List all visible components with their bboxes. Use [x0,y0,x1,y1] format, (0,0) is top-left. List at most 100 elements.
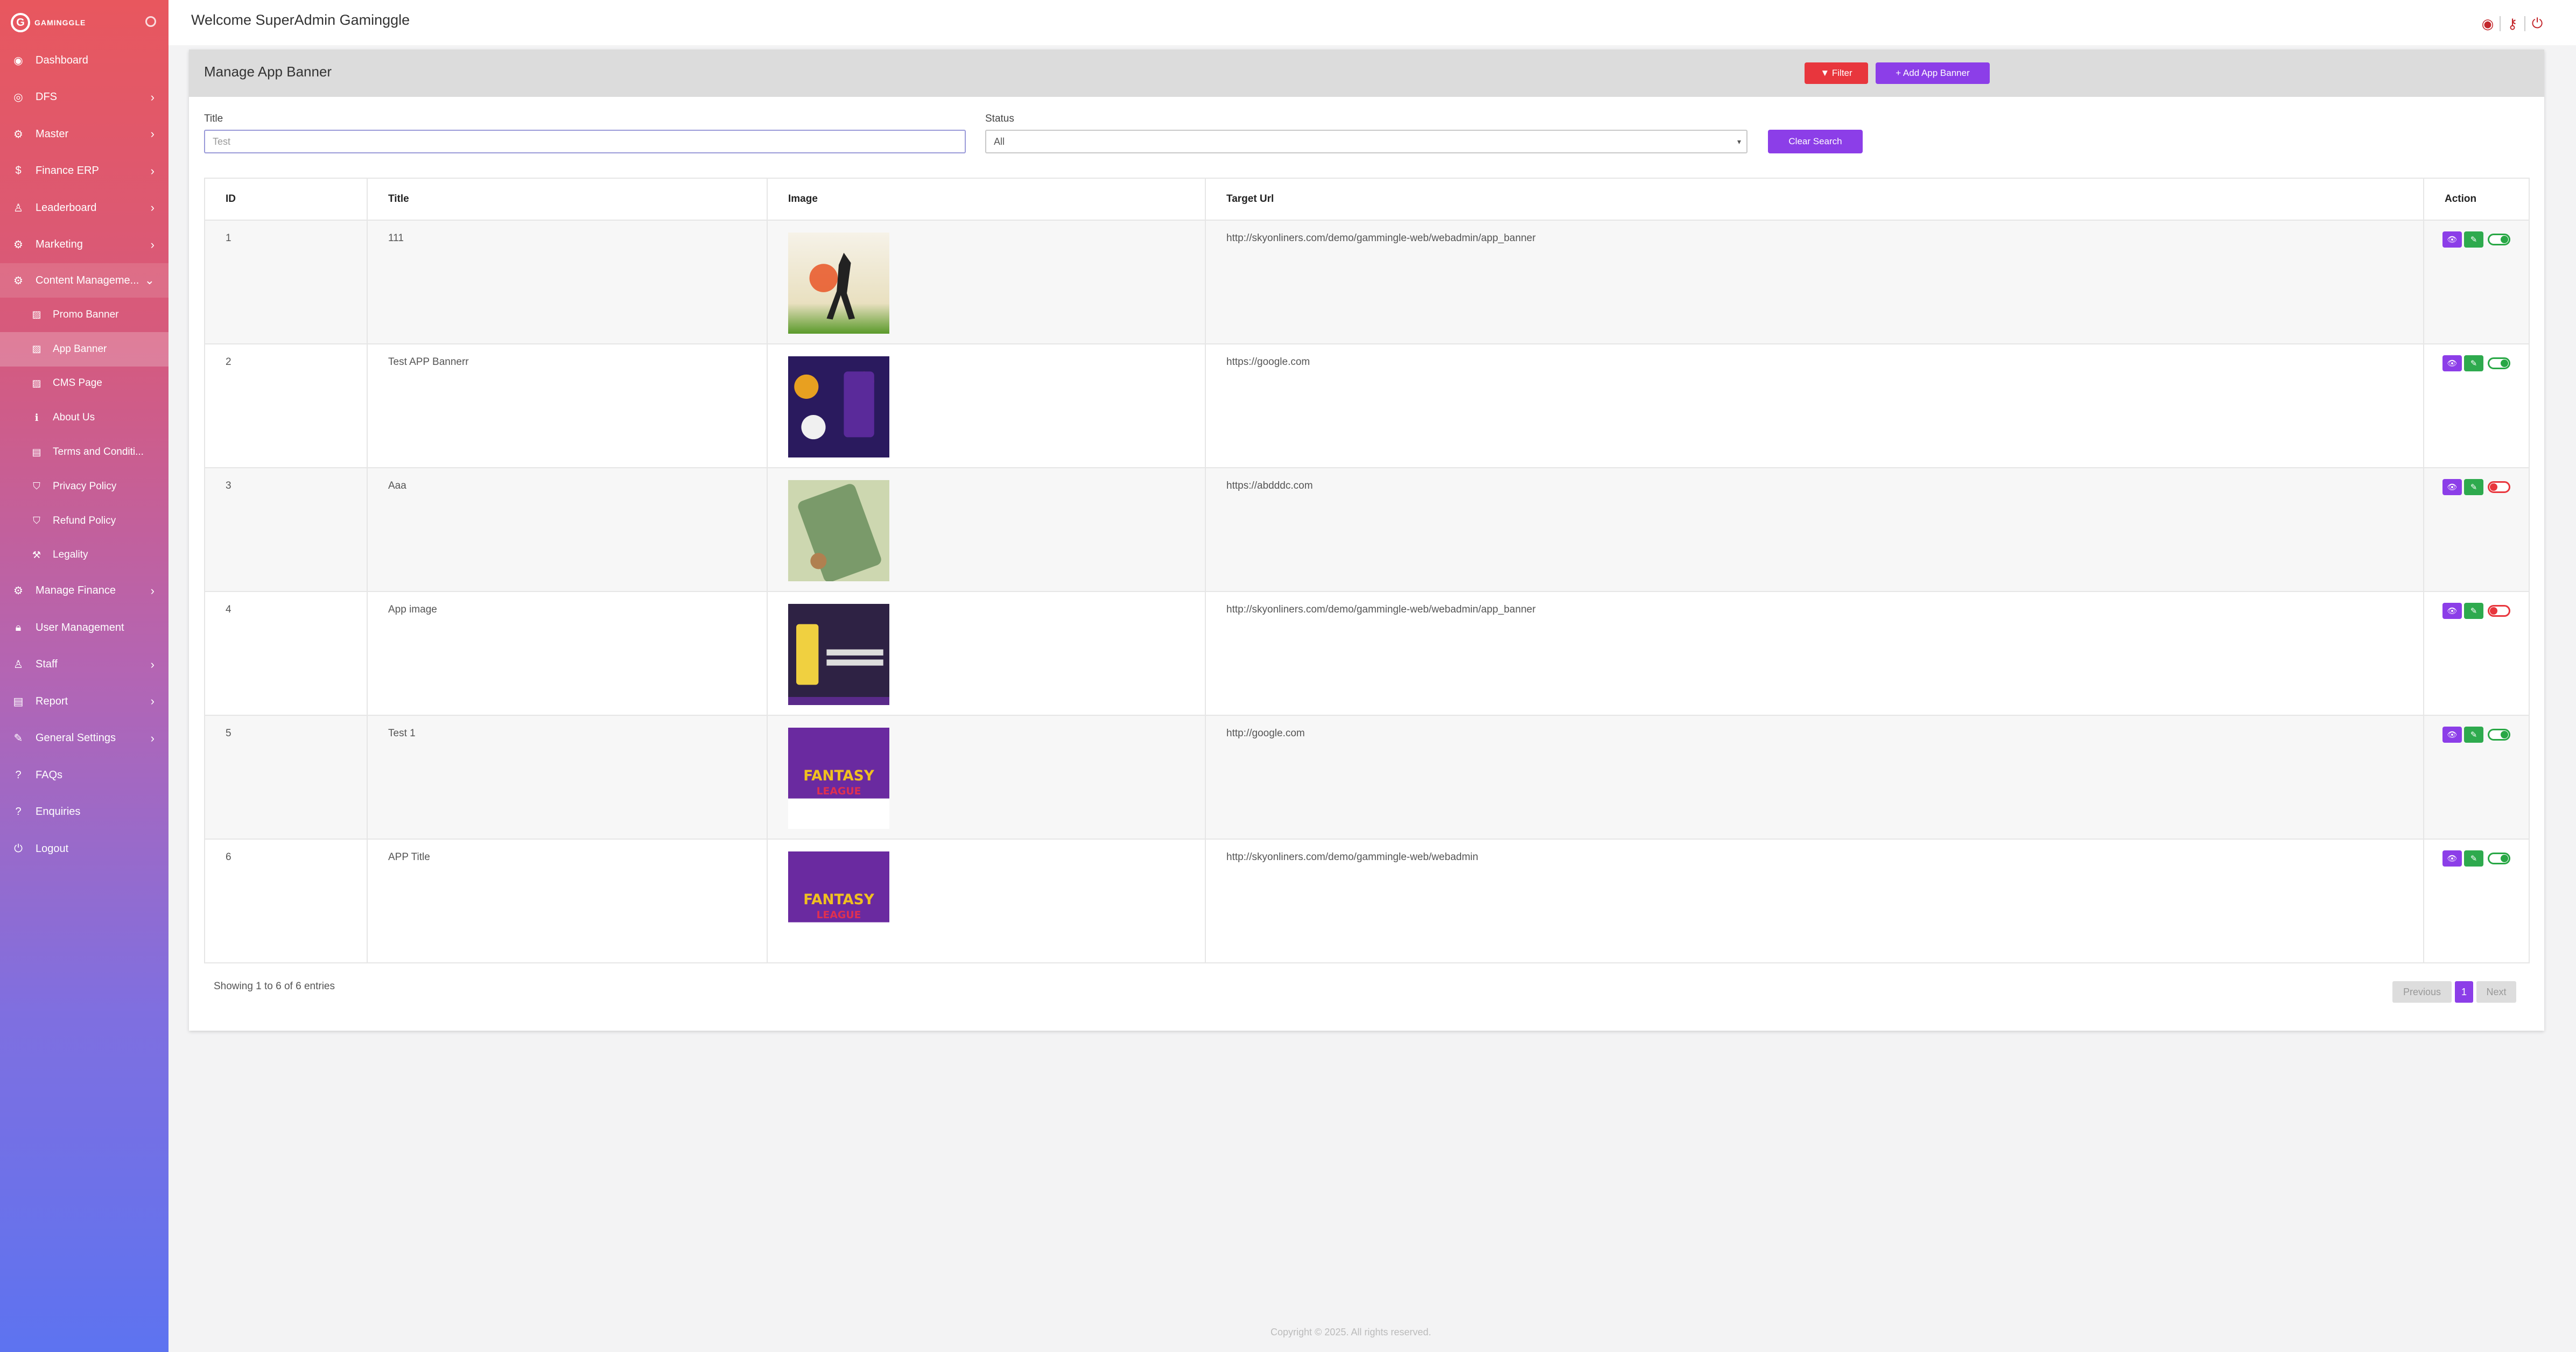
cell-target-url: https://abdddc.com [1205,468,2424,592]
collapse-sidebar-icon[interactable] [145,16,156,27]
sidebar-item-leaderboard[interactable]: ♙ Leaderboard › [0,189,169,227]
sidebar-item-user-management[interactable]: 🔒︎ User Management [0,609,169,646]
next-page-button[interactable]: Next [2476,981,2516,1003]
top-bar: Welcome SuperAdmin Gaminggle ◉ ⚷ ⏻ [169,0,2576,45]
column-header-id[interactable]: ID [204,178,368,221]
page-1-button[interactable]: 1 [2455,981,2473,1003]
brand-logo[interactable]: G GAMINGGLE [11,11,86,34]
sidebar-nav: ◉ Dashboard ◎ DFS › ⚙ Master › $ Finance… [0,42,169,867]
edit-button[interactable]: ✎ [2464,355,2483,371]
edit-button[interactable]: ✎ [2464,603,2483,619]
status-filter-label: Status [985,113,1014,124]
cell-id: 5 [204,715,368,840]
sidebar-item-label: Refund Policy [53,515,116,526]
view-button[interactable]: 👁︎ [2442,727,2462,743]
sidebar-item-label: App Banner [53,343,107,355]
sidebar-subitem-refund-policy[interactable]: ⛉ Refund Policy [0,504,169,538]
chevron-right-icon: › [150,731,155,745]
edit-button[interactable]: ✎ [2464,727,2483,743]
sidebar-item-report[interactable]: ▤ Report › [0,683,169,720]
table-row: 2 Test APP Bannerr https://google.com 👁︎ ✎ [204,344,2530,468]
clear-search-button[interactable]: Clear Search [1768,130,1863,153]
filter-button[interactable]: ▼ Filter [1805,62,1868,84]
sidebar-subitem-promo-banner[interactable]: ▨ Promo Banner [0,298,169,332]
status-toggle[interactable] [2488,234,2510,245]
cell-image [767,220,1206,344]
image-icon: ▨ [32,343,41,355]
eye-icon: 👁︎ [2447,607,2458,616]
key-icon[interactable]: ⚷ [2501,16,2525,32]
sidebar-item-dfs[interactable]: ◎ DFS › [0,79,169,116]
view-button[interactable]: 👁︎ [2442,355,2462,371]
sidebar-item-label: Staff [36,658,58,671]
title-filter-input[interactable]: Test [204,130,966,153]
main-card: Manage App Banner ▼ Filter + Add App Ban… [189,50,2544,1031]
sidebar-item-label: DFS [36,91,57,103]
status-toggle[interactable] [2488,357,2510,369]
cell-image: FANTASY LEAGUE [767,715,1206,840]
status-toggle[interactable] [2488,605,2510,617]
sidebar-item-marketing[interactable]: ⚙ Marketing › [0,227,169,264]
edit-icon: ✎ [2470,483,2477,492]
sidebar-item-general-settings[interactable]: ✎ General Settings › [0,720,169,757]
chevron-right-icon: › [150,164,155,178]
cell-target-url: http://skyonliners.com/demo/gammingle-we… [1205,592,2424,716]
question-icon: ? [15,769,22,781]
sidebar-item-faqs[interactable]: ? FAQs [0,757,169,794]
user-icon: ♙ [13,659,23,671]
previous-page-button[interactable]: Previous [2392,981,2452,1003]
sidebar-item-staff[interactable]: ♙ Staff › [0,646,169,683]
view-button[interactable]: 👁︎ [2442,231,2462,248]
column-header-image[interactable]: Image [767,178,1206,221]
chevron-right-icon: › [150,237,155,251]
sidebar-item-label: Dashboard [36,54,88,66]
power-icon[interactable]: ⏻ [2525,15,2549,31]
gears-icon: ⚙ [13,239,23,251]
sidebar-item-master[interactable]: ⚙ Master › [0,116,169,153]
banner-thumbnail[interactable] [788,233,1204,334]
status-toggle[interactable] [2488,481,2510,493]
view-button[interactable]: 👁︎ [2442,603,2462,619]
banner-thumbnail[interactable] [788,480,1204,581]
sidebar-subitem-cms-page[interactable]: ▨ CMS Page [0,367,169,401]
power-icon: ⏻ [14,842,23,855]
eye-icon: 👁︎ [2447,235,2458,244]
sidebar-item-label: Terms and Conditi... [53,446,144,458]
banner-thumbnail[interactable]: FANTASY LEAGUE [788,851,1204,953]
edit-button[interactable]: ✎ [2464,479,2483,495]
sidebar-item-content-management[interactable]: ⚙ Content Manageme... ⌄ [0,263,169,298]
edit-button[interactable]: ✎ [2464,231,2483,248]
sidebar-subitem-about-us[interactable]: ℹ About Us [0,400,169,435]
sidebar-item-dashboard[interactable]: ◉ Dashboard [0,42,169,79]
status-toggle[interactable] [2488,853,2510,864]
status-filter-select[interactable]: All ▾ [985,130,1747,153]
sidebar-subitem-legality[interactable]: ⚒ Legality [0,538,169,573]
view-button[interactable]: 👁︎ [2442,850,2462,867]
sidebar-subitem-app-banner[interactable]: ▨ App Banner [0,332,169,367]
sidebar-item-enquiries[interactable]: ? Enquiries [0,793,169,830]
edit-button[interactable]: ✎ [2464,850,2483,867]
chevron-right-icon: › [150,694,155,708]
page-title: Manage App Banner [204,64,332,80]
cell-image [767,344,1206,468]
sidebar-item-logout[interactable]: ⏻ Logout [0,830,169,868]
profile-icon[interactable]: ◉ [2476,16,2501,32]
eye-icon: 👁︎ [2447,730,2458,740]
info-icon: ℹ [34,412,39,423]
banner-thumbnail[interactable] [788,356,1204,457]
sidebar-item-manage-finance[interactable]: ⚙ Manage Finance › [0,572,169,609]
wrench-icon: ✎ [13,733,23,745]
sidebar-item-label: FAQs [36,769,63,781]
banner-thumbnail[interactable] [788,604,1204,705]
column-header-target-url[interactable]: Target Url [1205,178,2424,221]
svg-text:FANTASY: FANTASY [803,892,875,908]
sidebar-subitem-privacy-policy[interactable]: ⛉ Privacy Policy [0,469,169,504]
view-button[interactable]: 👁︎ [2442,479,2462,495]
status-toggle[interactable] [2488,729,2510,741]
sidebar-item-finance-erp[interactable]: $ Finance ERP › [0,153,169,190]
footer-copyright: Copyright © 2025. All rights reserved. [1271,1327,1431,1337]
banner-thumbnail[interactable]: FANTASY LEAGUE [788,728,1204,829]
column-header-title[interactable]: Title [367,178,768,221]
sidebar-subitem-terms[interactable]: ▤ Terms and Conditi... [0,435,169,469]
add-app-banner-button[interactable]: + Add App Banner [1876,62,1990,84]
